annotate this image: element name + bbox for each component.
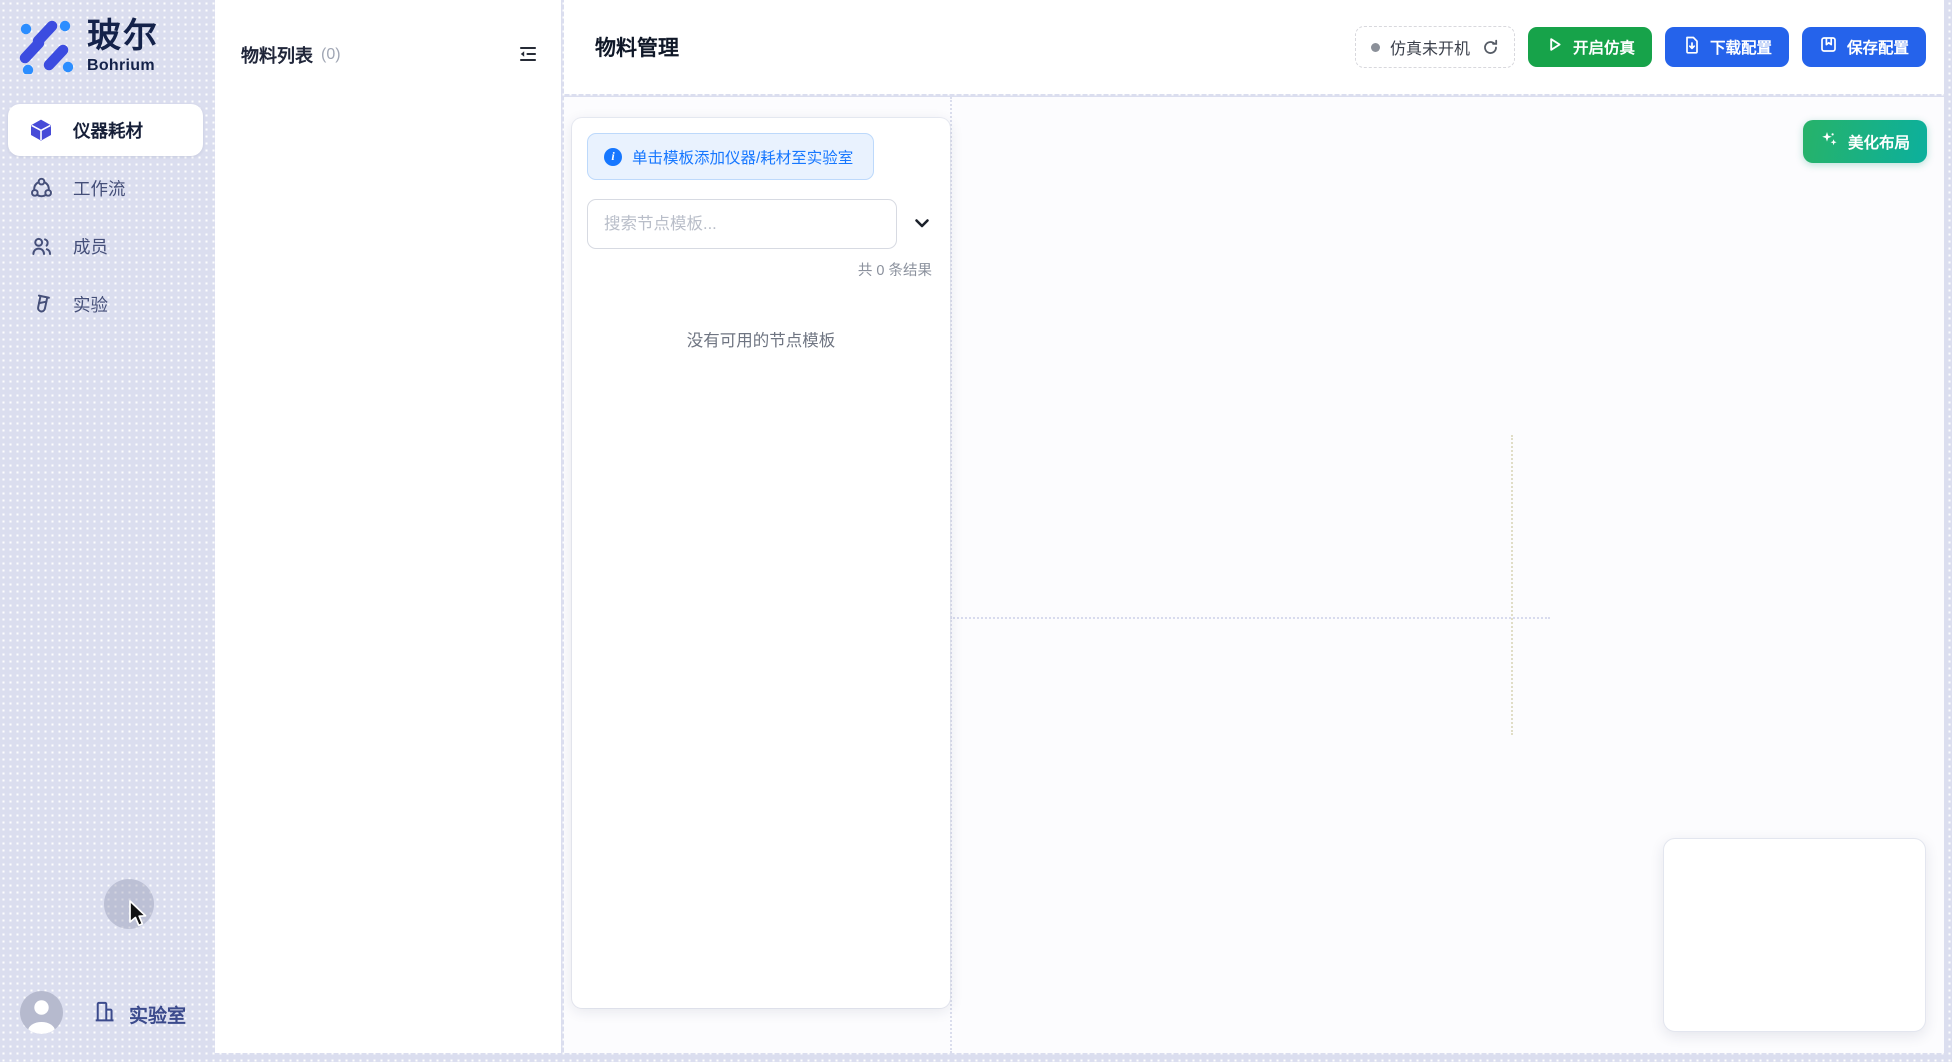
sidebar-item-label: 成员 [73, 234, 108, 259]
simulation-status-pill: 仿真未开机 [1355, 26, 1515, 68]
sidebar-item-label: 工作流 [73, 176, 126, 201]
page-title: 物料管理 [595, 32, 679, 62]
material-list-header: 物料列表 (0) [215, 0, 561, 68]
collapse-panel-button[interactable] [517, 43, 539, 68]
file-download-icon [1682, 35, 1701, 60]
app-root: 玻尔 Bohrium 仪器耗材 [0, 0, 1952, 1062]
chevron-down-icon [911, 212, 933, 237]
material-list-panel: 物料列表 (0) [215, 0, 561, 1053]
info-icon: i [604, 148, 622, 166]
logo-subtitle: Bohrium [87, 57, 159, 75]
download-config-label: 下载配置 [1710, 36, 1772, 58]
empty-template-message: 没有可用的节点模板 [587, 327, 935, 351]
start-simulation-label: 开启仿真 [1573, 36, 1635, 58]
building-icon [91, 998, 118, 1031]
search-node-template-input[interactable] [587, 199, 897, 249]
header-actions: 仿真未开机 开启仿真 [1355, 26, 1926, 68]
bohrium-logo-icon [18, 18, 74, 79]
canvas-guide-line [1511, 435, 1513, 735]
save-config-label: 保存配置 [1847, 36, 1909, 58]
sparkles-icon [1820, 130, 1839, 154]
template-search-row [587, 199, 935, 249]
sidebar-nav: 仪器耗材 工作流 [8, 104, 203, 330]
sidebar-item-members[interactable]: 成员 [8, 220, 203, 272]
simulation-status-text: 仿真未开机 [1390, 35, 1470, 59]
material-list-title: 物料列表 [241, 42, 313, 68]
flow-canvas[interactable]: i 单击模板添加仪器/耗材至实验室 共 0 条结果 没有可用的节点模板 [564, 97, 1944, 1053]
result-count: 共 0 条结果 [587, 259, 935, 280]
sidebar-item-workflow[interactable]: 工作流 [8, 162, 203, 214]
status-dot-icon [1371, 43, 1380, 52]
sidebar-item-experiments[interactable]: 实验 [8, 278, 203, 330]
sidebar-item-label: 仪器耗材 [73, 118, 143, 143]
mouse-cursor [128, 900, 148, 935]
beautify-layout-button[interactable]: 美化布局 [1803, 120, 1927, 163]
material-list-count: (0) [321, 46, 341, 64]
logo-title: 玻尔 [87, 18, 159, 55]
save-icon [1819, 35, 1838, 59]
cube-icon [28, 117, 54, 143]
lab-label: 实验室 [129, 1001, 186, 1028]
menu-fold-icon [517, 43, 539, 68]
sidebar-item-instruments[interactable]: 仪器耗材 [8, 104, 203, 156]
play-icon [1545, 35, 1564, 59]
refresh-status-button[interactable] [1482, 39, 1499, 56]
sidebar-item-label: 实验 [73, 292, 108, 317]
main-area: 物料管理 仿真未开机 [564, 0, 1944, 1053]
start-simulation-button[interactable]: 开启仿真 [1528, 27, 1652, 67]
canvas-guide-line [950, 97, 952, 1053]
members-icon [28, 233, 54, 259]
template-hint-banner: i 单击模板添加仪器/耗材至实验室 [587, 133, 874, 180]
experiment-icon [28, 291, 54, 317]
node-template-panel: i 单击模板添加仪器/耗材至实验室 共 0 条结果 没有可用的节点模板 [572, 118, 950, 1008]
main-header: 物料管理 仿真未开机 [564, 0, 1944, 94]
download-config-button[interactable]: 下载配置 [1665, 27, 1789, 67]
expand-filter-button[interactable] [909, 210, 935, 239]
template-hint-text: 单击模板添加仪器/耗材至实验室 [632, 146, 853, 168]
logo[interactable]: 玻尔 Bohrium [18, 18, 159, 79]
sidebar: 玻尔 Bohrium 仪器耗材 [0, 0, 215, 1062]
beautify-layout-label: 美化布局 [1848, 131, 1910, 153]
user-avatar[interactable] [20, 991, 63, 1034]
workflow-icon [28, 175, 54, 201]
canvas-guide-line [950, 617, 1550, 619]
lab-switcher[interactable]: 实验室 [91, 998, 186, 1031]
minimap-panel[interactable] [1663, 838, 1926, 1032]
save-config-button[interactable]: 保存配置 [1802, 27, 1926, 67]
